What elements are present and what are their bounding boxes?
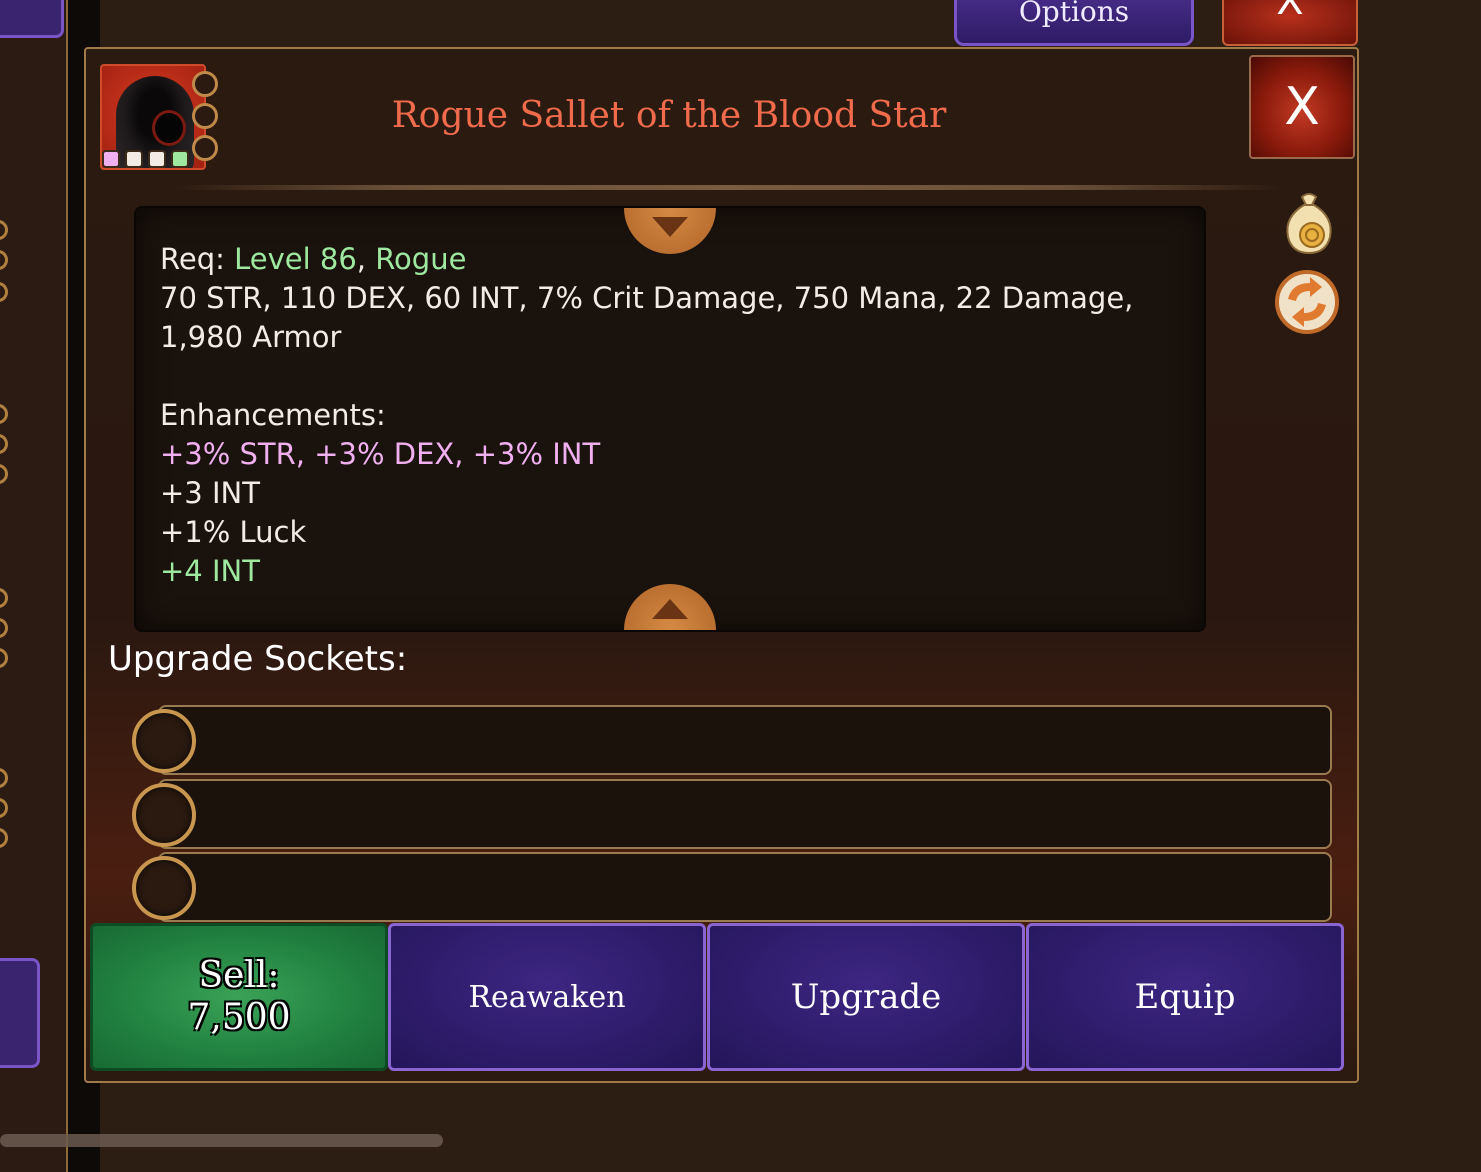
sell-button[interactable]: Sell: 7,500 (90, 923, 388, 1071)
portrait-slot-ring-icon (192, 103, 218, 129)
req-level: Level 86 (234, 242, 357, 276)
portrait-slot-ring-icon (192, 135, 218, 161)
sell-price: 7,500 (187, 997, 291, 1038)
rarity-gem-icon (102, 150, 120, 168)
sell-label: Sell: (198, 955, 280, 996)
portrait-slot-ring-icon (192, 71, 218, 97)
socket-ring-icon[interactable] (132, 856, 196, 920)
upgrade-socket-slot[interactable] (158, 705, 1332, 775)
rarity-gem-icon (148, 150, 166, 168)
item-stats-panel[interactable]: Req: Level 86, Rogue 70 STR, 110 DEX, 60… (134, 206, 1206, 632)
equip-button[interactable]: Equip (1026, 923, 1344, 1071)
enhancement-line: +3 INT (160, 476, 260, 510)
rarity-gem-icon (125, 150, 143, 168)
background-left-bottom-button[interactable] (0, 958, 40, 1068)
enhancement-line: +1% Luck (160, 515, 307, 549)
title-divider (172, 185, 1282, 190)
upgrade-button[interactable]: Upgrade (707, 923, 1025, 1071)
req-label: Req: (160, 242, 225, 276)
reroll-icon[interactable] (1274, 269, 1340, 335)
upgrade-socket-slot[interactable] (158, 852, 1332, 922)
upgrade-sockets-label: Upgrade Sockets: (108, 639, 408, 679)
options-button[interactable]: Options (954, 0, 1194, 46)
chevron-down-icon (652, 217, 688, 237)
chevron-up-icon (652, 599, 688, 619)
socket-ring-icon[interactable] (132, 709, 196, 773)
req-class: Rogue (375, 242, 467, 276)
rarity-gem-icon (171, 150, 189, 168)
requirements-line: Req: Level 86, Rogue (160, 240, 1190, 279)
background-left-button[interactable] (0, 0, 64, 38)
horizontal-scrollbar[interactable] (0, 1134, 443, 1147)
enhancements-label: Enhancements: (160, 398, 386, 432)
item-stats-text: Req: Level 86, Rogue 70 STR, 110 DEX, 60… (160, 240, 1190, 591)
coin-bag-icon[interactable] (1282, 191, 1336, 255)
enhancement-line: +3% STR, +3% DEX, +3% INT (160, 437, 601, 471)
background-close-button[interactable]: X (1222, 0, 1358, 46)
socket-ring-icon[interactable] (132, 783, 196, 847)
close-button[interactable]: X (1249, 55, 1355, 159)
base-stats: 70 STR, 110 DEX, 60 INT, 7% Crit Damage,… (160, 281, 1134, 354)
reawaken-button[interactable]: Reawaken (388, 923, 706, 1071)
req-separator: , (356, 242, 366, 276)
upgrade-socket-slot[interactable] (158, 779, 1332, 849)
item-detail-dialog: Rogue Sallet of the Blood Star X Req: Le… (84, 47, 1359, 1083)
item-title: Rogue Sallet of the Blood Star (391, 95, 947, 136)
